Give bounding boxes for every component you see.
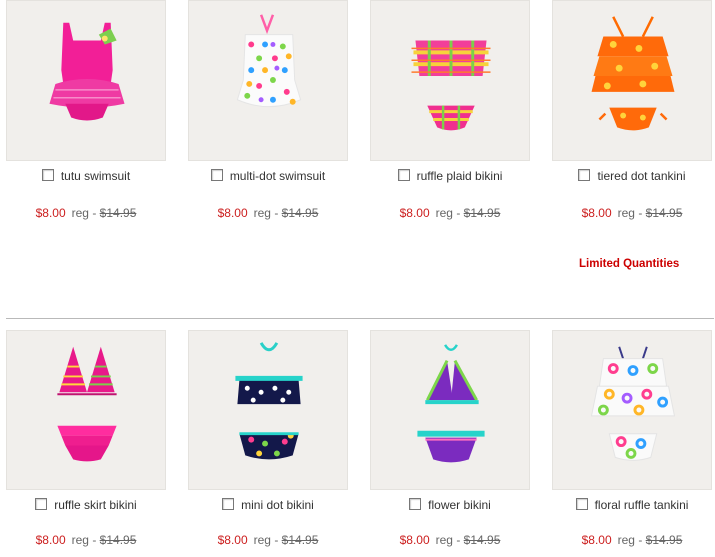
row-divider xyxy=(6,318,714,319)
product-card: ruffle skirt bikini $8.00 reg - $14.95 xyxy=(6,330,166,547)
product-image-mini-dot-bikini[interactable] xyxy=(188,330,348,490)
product-image-flower-bikini[interactable] xyxy=(370,330,530,490)
purple-teal-bikini-icon xyxy=(417,344,485,463)
product-card: multi-dot swimsuit $8.00 reg - $14.95 xyxy=(188,0,348,220)
reg-label: reg - xyxy=(617,533,643,547)
product-image-tiered-dot-tankini[interactable] xyxy=(552,0,712,161)
compare-checkbox[interactable] xyxy=(575,498,588,510)
regular-price: $14.95 xyxy=(99,533,137,547)
product-name-line: multi-dot swimsuit xyxy=(188,168,348,184)
product-name-line: mini dot bikini xyxy=(188,497,348,513)
sale-price: $8.00 xyxy=(35,206,66,220)
product-card: flower bikini $8.00 reg - $14.95 xyxy=(370,330,530,547)
regular-price: $14.95 xyxy=(99,206,137,220)
sale-price: $8.00 xyxy=(217,533,248,547)
reg-label: reg - xyxy=(253,533,279,547)
reg-label: reg - xyxy=(617,206,643,220)
regular-price: $14.95 xyxy=(281,533,319,547)
product-card: ruffle plaid bikini $8.00 reg - $14.95 xyxy=(370,0,530,220)
product-image-floral-ruffle-tankini[interactable] xyxy=(552,330,712,490)
compare-checkbox[interactable] xyxy=(397,169,410,181)
regular-price: $14.95 xyxy=(645,533,683,547)
product-card: floral ruffle tankini $8.00 reg - $14.95 xyxy=(552,330,712,547)
compare-checkbox[interactable] xyxy=(409,498,422,510)
pink-ruffle-bikini-icon xyxy=(57,346,117,462)
product-name[interactable]: tutu swimsuit xyxy=(61,169,130,183)
product-image-multi-dot-swimsuit[interactable] xyxy=(188,0,348,161)
product-name[interactable]: flower bikini xyxy=(428,498,491,512)
regular-price: $14.95 xyxy=(281,206,319,220)
compare-checkbox[interactable] xyxy=(35,498,48,510)
product-image-ruffle-plaid-bikini[interactable] xyxy=(370,0,530,161)
orange-dot-tankini-icon xyxy=(591,16,675,131)
sale-price: $8.00 xyxy=(35,533,66,547)
price-line: $8.00 reg - $14.95 xyxy=(370,206,530,220)
product-image-tutu-swimsuit[interactable] xyxy=(6,0,166,161)
price-line: $8.00 reg - $14.95 xyxy=(188,206,348,220)
compare-checkbox[interactable] xyxy=(222,498,235,510)
price-line: $8.00 reg - $14.95 xyxy=(6,533,166,547)
reg-label: reg - xyxy=(435,533,461,547)
product-card: tiered dot tankini $8.00 reg - $14.95 xyxy=(552,0,712,220)
regular-price: $14.95 xyxy=(463,533,501,547)
price-line: $8.00 reg - $14.95 xyxy=(552,206,712,220)
product-name-line: tutu swimsuit xyxy=(6,168,166,184)
pink-tutu-swimsuit-icon xyxy=(49,22,125,121)
product-name[interactable]: mini dot bikini xyxy=(241,498,314,512)
navy-dot-bikini-icon xyxy=(235,342,303,460)
regular-price: $14.95 xyxy=(463,206,501,220)
compare-checkbox[interactable] xyxy=(41,169,54,181)
product-card: mini dot bikini $8.00 reg - $14.95 xyxy=(188,330,348,547)
reg-label: reg - xyxy=(71,533,97,547)
price-line: $8.00 reg - $14.95 xyxy=(6,206,166,220)
product-name-line: floral ruffle tankini xyxy=(552,497,712,513)
product-name-line: ruffle skirt bikini xyxy=(6,497,166,513)
white-multi-dot-swimsuit-icon xyxy=(236,14,302,108)
regular-price: $14.95 xyxy=(645,206,683,220)
product-name[interactable]: multi-dot swimsuit xyxy=(230,169,325,183)
product-name[interactable]: tiered dot tankini xyxy=(597,169,685,183)
sale-price: $8.00 xyxy=(399,533,430,547)
product-name-line: tiered dot tankini xyxy=(552,168,712,184)
sale-price: $8.00 xyxy=(217,206,248,220)
product-name-line: flower bikini xyxy=(370,497,530,513)
product-name[interactable]: floral ruffle tankini xyxy=(595,498,689,512)
reg-label: reg - xyxy=(71,206,97,220)
reg-label: reg - xyxy=(435,206,461,220)
product-name[interactable]: ruffle plaid bikini xyxy=(417,169,503,183)
compare-checkbox[interactable] xyxy=(578,169,591,181)
plaid-ruffle-bikini-icon xyxy=(411,40,491,131)
price-line: $8.00 reg - $14.95 xyxy=(552,533,712,547)
product-name-line: ruffle plaid bikini xyxy=(370,168,530,184)
product-card: tutu swimsuit $8.00 reg - $14.95 xyxy=(6,0,166,220)
sale-price: $8.00 xyxy=(581,533,612,547)
price-line: $8.00 reg - $14.95 xyxy=(370,533,530,547)
limited-quantities-note: Limited Quantities xyxy=(579,258,680,270)
reg-label: reg - xyxy=(253,206,279,220)
compare-checkbox[interactable] xyxy=(210,169,223,181)
product-image-ruffle-skirt-bikini[interactable] xyxy=(6,330,166,490)
sale-price: $8.00 xyxy=(581,206,612,220)
sale-price: $8.00 xyxy=(399,206,430,220)
product-name[interactable]: ruffle skirt bikini xyxy=(54,498,136,512)
floral-ring-tankini-icon xyxy=(590,346,676,461)
price-line: $8.00 reg - $14.95 xyxy=(188,533,348,547)
